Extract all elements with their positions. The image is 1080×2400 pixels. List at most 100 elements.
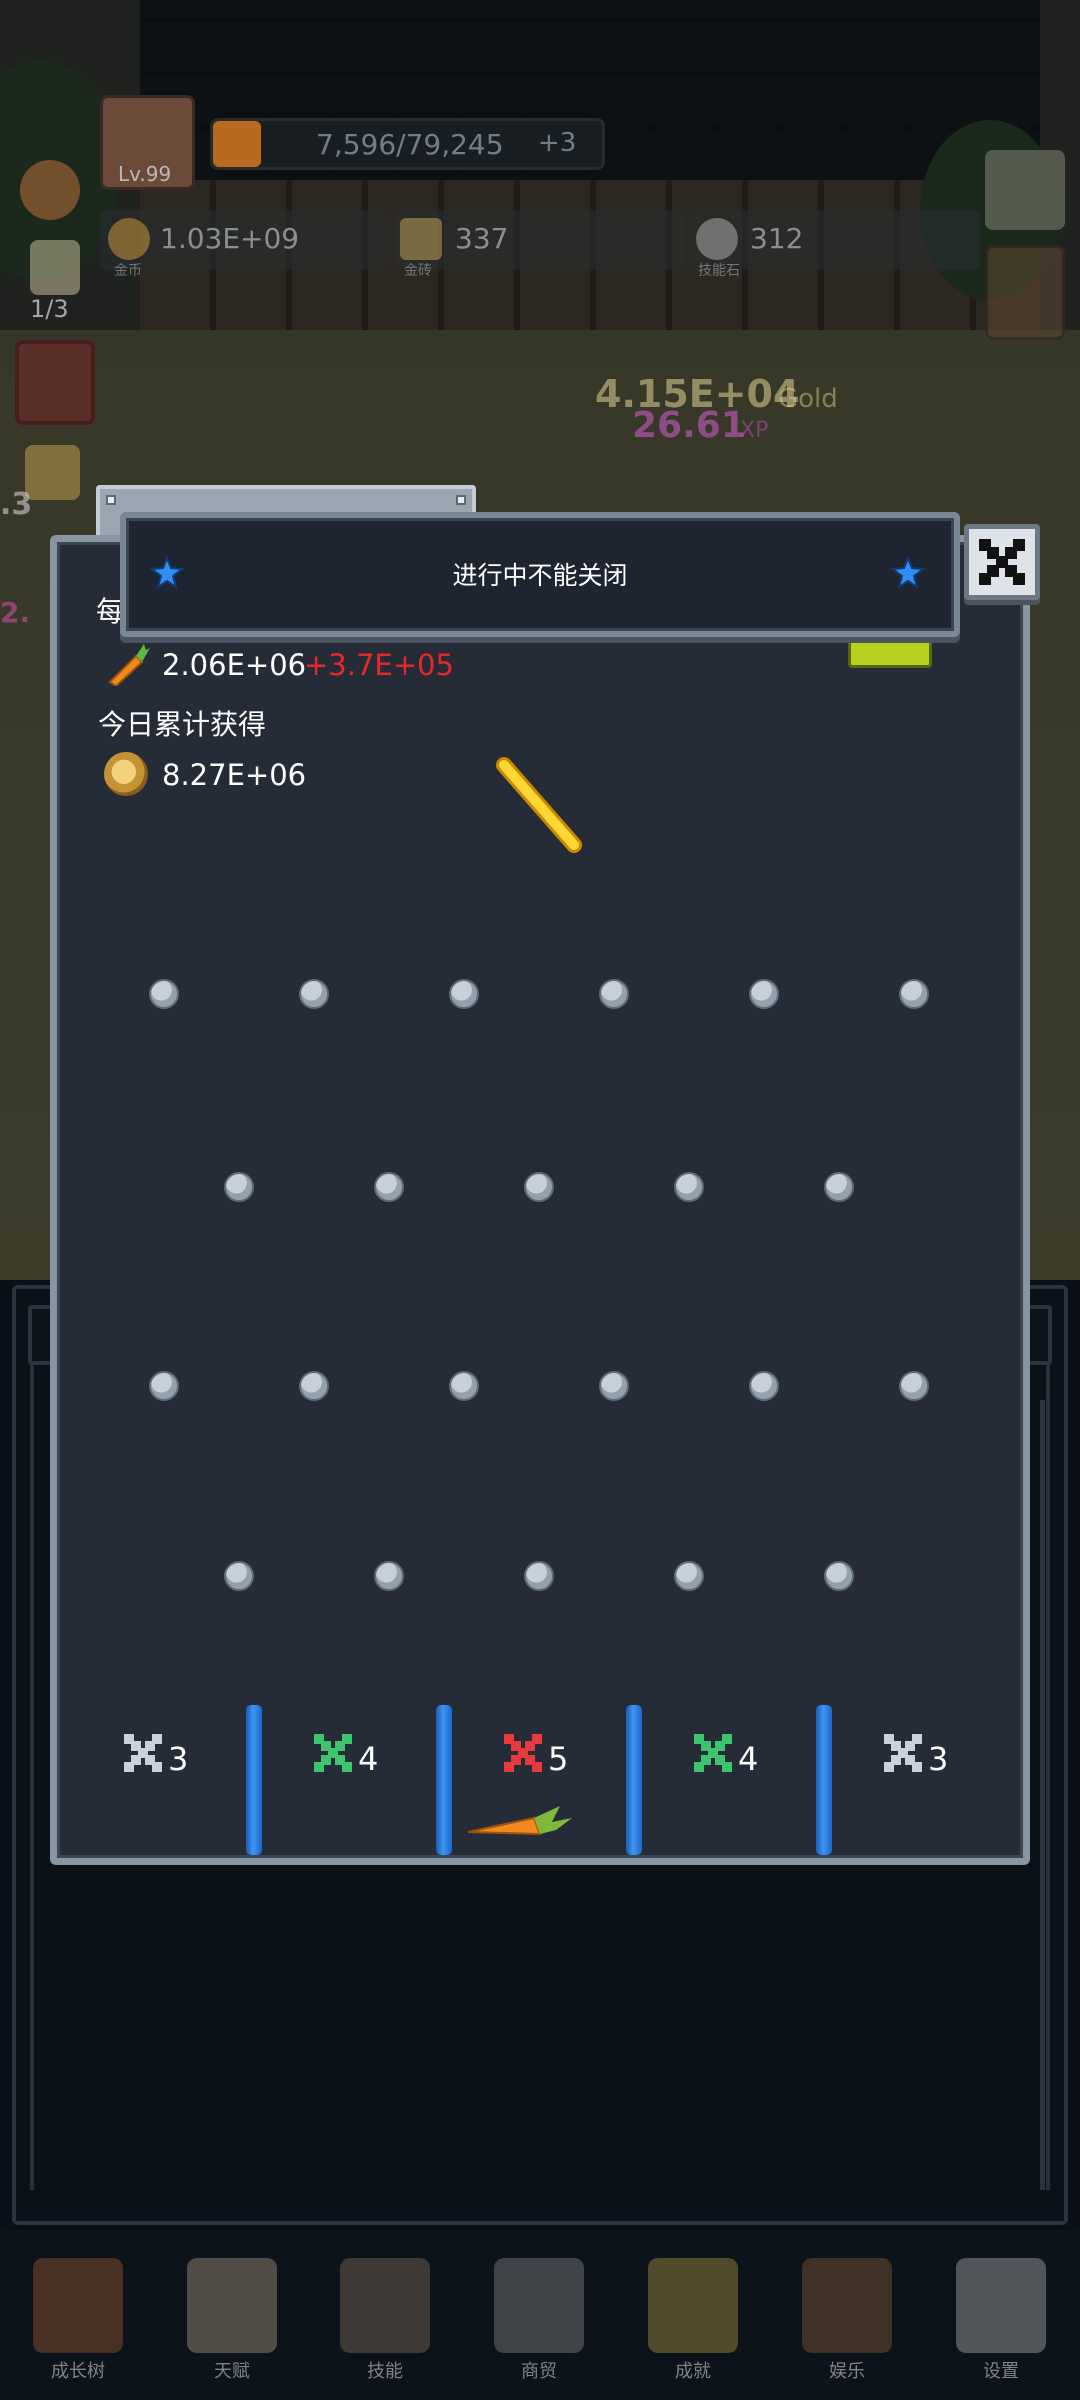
peg	[299, 979, 329, 1009]
close-button[interactable]	[964, 524, 1040, 600]
peg	[149, 1371, 179, 1401]
dice-icon[interactable]	[15, 340, 95, 425]
peg	[299, 1371, 329, 1401]
peg	[899, 979, 929, 1009]
multiplier-slot: 5	[504, 1728, 594, 1788]
nav-label: 成长树	[51, 2361, 105, 2382]
nav-item-parchment[interactable]: 娱乐	[772, 2258, 922, 2388]
crown-icon[interactable]	[20, 160, 80, 220]
floating-xp-value: 26.61	[632, 405, 746, 446]
sack-icon[interactable]	[985, 150, 1065, 230]
gold-bar-icon	[400, 218, 442, 260]
nav-item-map[interactable]: 商贸	[464, 2258, 614, 2388]
carrot-icon	[467, 1806, 572, 1836]
peg	[674, 1172, 704, 1202]
today-total-label: 今日累计获得	[98, 708, 267, 741]
nav-item-scroll[interactable]: 天赋	[157, 2258, 307, 2388]
nav-item-key[interactable]: 成就	[618, 2258, 768, 2388]
xp-icon	[213, 121, 261, 167]
key-icon	[648, 2258, 738, 2353]
falling-stick	[496, 757, 582, 853]
nav-label: 天赋	[214, 2361, 250, 2382]
multiplier-slot: 3	[124, 1728, 214, 1788]
multiplier-value: 4	[358, 1740, 379, 1778]
peg	[524, 1561, 554, 1591]
close-icon	[979, 539, 1025, 585]
nav-label: 设置	[983, 2361, 1019, 2382]
nav-item-gear[interactable]: 设置	[926, 2258, 1076, 2388]
peg	[224, 1172, 254, 1202]
carrot-icon	[108, 644, 150, 686]
rivet	[106, 495, 116, 505]
side-counter-2: .3	[0, 487, 33, 522]
peg	[524, 1172, 554, 1202]
peg	[374, 1172, 404, 1202]
cross-icon	[884, 1734, 922, 1772]
multiplier-value: 3	[168, 1740, 189, 1778]
slot-divider	[816, 1705, 832, 1855]
map-icon	[494, 2258, 584, 2353]
cross-icon	[124, 1734, 162, 1772]
slot-divider	[246, 1705, 262, 1855]
peg	[374, 1561, 404, 1591]
rate-delta: +3.7E+05	[304, 648, 454, 682]
xp-bonus-text: +3	[538, 128, 577, 158]
today-total-value: 8.27E+06	[162, 758, 307, 792]
resource-skill-stone-value: 312	[750, 222, 804, 255]
rivet	[456, 495, 466, 505]
floating-xp-unit: XP	[740, 418, 769, 443]
peg	[824, 1172, 854, 1202]
popup-title: 进行中不能关闭	[452, 561, 628, 590]
nav-label: 成就	[675, 2361, 711, 2382]
peg	[599, 1371, 629, 1401]
scroll-icon	[187, 2258, 277, 2353]
multiplier-slot: 4	[694, 1728, 784, 1788]
star-icon	[891, 556, 925, 590]
nav-label: 娱乐	[829, 2361, 865, 2382]
resource-gold-value: 1.03E+09	[160, 222, 300, 255]
multiplier-slot: 4	[314, 1728, 404, 1788]
side-counter: 1/3	[30, 295, 69, 323]
gear-icon	[956, 2258, 1046, 2353]
nav-label: 技能	[367, 2361, 403, 2382]
peg	[749, 979, 779, 1009]
coin-icon	[104, 752, 148, 796]
xp-progress-text: 7,596/79,245	[316, 128, 504, 161]
peg	[749, 1371, 779, 1401]
parchment-icon	[802, 2258, 892, 2353]
nav-item-book[interactable]: 成长树	[3, 2258, 153, 2388]
peg	[899, 1371, 929, 1401]
chest-icon[interactable]	[985, 245, 1065, 340]
scrollbar[interactable]	[1040, 1400, 1045, 2190]
peg	[674, 1561, 704, 1591]
rate-value: 2.06E+06	[162, 648, 307, 682]
floating-gold-unit: Gold	[778, 384, 838, 414]
resource-gold-bar-value: 337	[455, 222, 509, 255]
resource-skill-stone-label: 技能石	[698, 263, 740, 279]
sword-icon	[340, 2258, 430, 2353]
multiplier-value: 3	[928, 1740, 949, 1778]
peg	[149, 979, 179, 1009]
peg	[449, 1371, 479, 1401]
peg	[824, 1561, 854, 1591]
book-icon	[33, 2258, 123, 2353]
peg	[224, 1561, 254, 1591]
multiplier-value: 4	[738, 1740, 759, 1778]
multiplier-value: 5	[548, 1740, 569, 1778]
jar-icon[interactable]	[25, 445, 80, 500]
stone-icon	[696, 218, 738, 260]
candle-icon[interactable]	[30, 240, 80, 295]
resource-gold-bar-label: 金砖	[404, 263, 432, 279]
resource-gold-label: 金币	[114, 263, 142, 279]
peg	[599, 979, 629, 1009]
nav-label: 商贸	[521, 2361, 557, 2382]
nav-item-sword[interactable]: 技能	[310, 2258, 460, 2388]
cross-icon	[694, 1734, 732, 1772]
carrot-coin-icon	[108, 218, 150, 260]
peg	[449, 979, 479, 1009]
cross-icon	[504, 1734, 542, 1772]
side-counter-3: 2.	[0, 596, 31, 629]
multiplier-slot: 3	[884, 1728, 974, 1788]
slot-divider	[436, 1705, 452, 1855]
slot-divider	[626, 1705, 642, 1855]
